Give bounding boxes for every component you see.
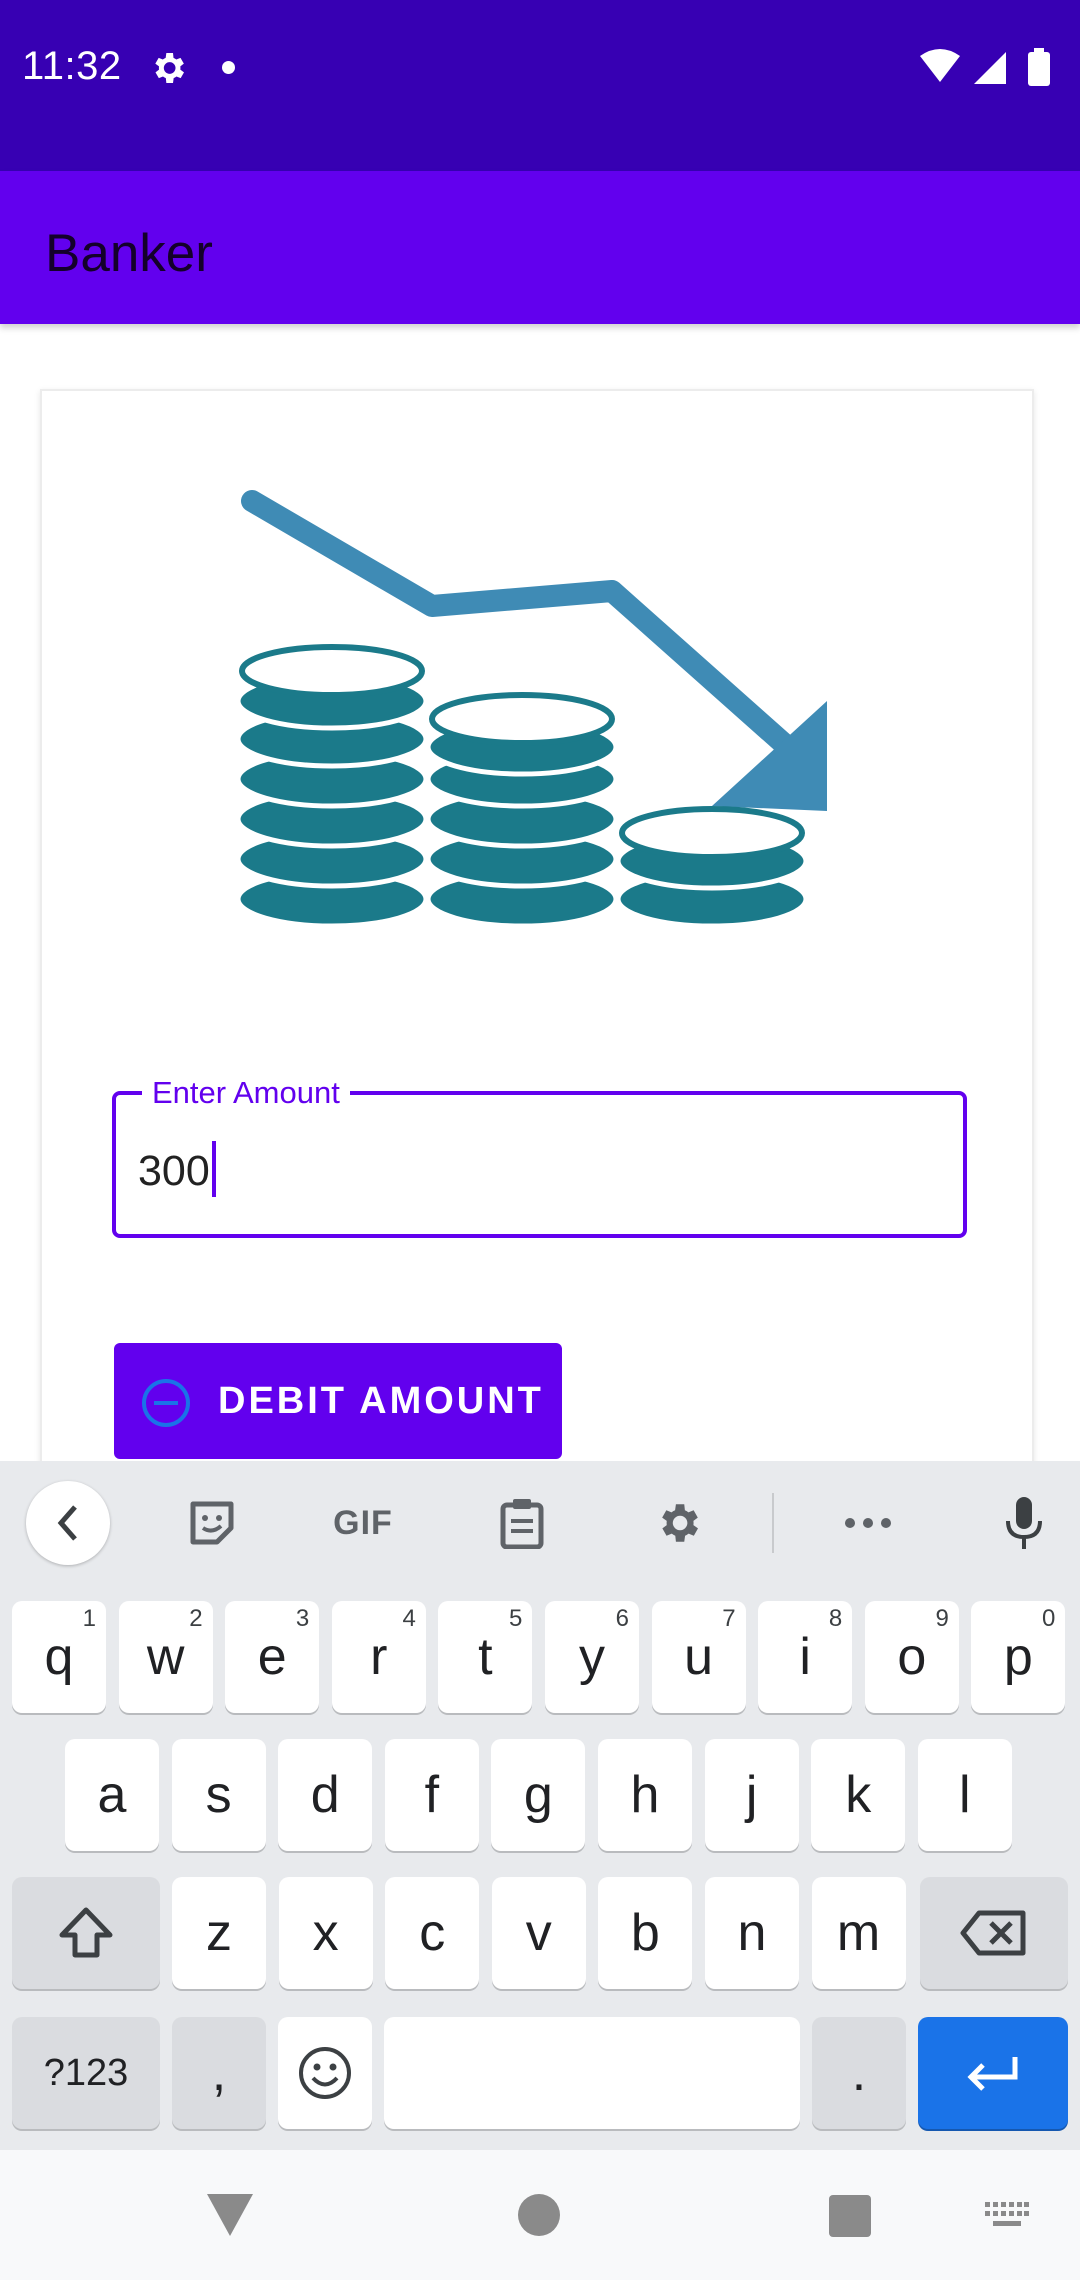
key-label: r [370, 1628, 388, 1686]
gear-icon [155, 53, 184, 83]
key-label: u [684, 1628, 714, 1686]
key-d[interactable]: d [278, 1739, 373, 1851]
app-bar: Banker [0, 171, 1080, 324]
key-hint: 0 [1042, 1605, 1056, 1632]
recents-square-icon[interactable] [829, 2195, 871, 2237]
battery-icon [1028, 48, 1050, 86]
text-caret [211, 1141, 216, 1197]
key-e[interactable]: e3 [225, 1601, 320, 1713]
space-key[interactable] [384, 2017, 800, 2129]
key-hint: 6 [615, 1605, 629, 1632]
key-n[interactable]: n [705, 1877, 799, 1989]
enter-key[interactable] [918, 2017, 1068, 2129]
key-w[interactable]: w2 [118, 1601, 213, 1713]
shift-key[interactable] [12, 1877, 160, 1989]
key-label: q [44, 1628, 74, 1686]
navigation-bar [0, 2150, 1080, 2280]
key-b[interactable]: b [598, 1877, 693, 1989]
key-q[interactable]: q1 [12, 1601, 106, 1713]
shift-icon [59, 1907, 113, 1958]
minus-circle-icon [142, 1379, 190, 1427]
key-label: p [1003, 1628, 1033, 1686]
backspace-icon [960, 1910, 1026, 1956]
key-t[interactable]: t5 [438, 1601, 533, 1713]
key-r[interactable]: r4 [331, 1601, 426, 1713]
clipboard-button[interactable] [480, 1481, 564, 1565]
key-hint: 4 [402, 1605, 416, 1632]
sticker-icon [190, 1501, 234, 1545]
voice-input-button[interactable] [982, 1481, 1066, 1565]
key-x[interactable]: x [278, 1877, 373, 1989]
amount-value: 300 [138, 1147, 210, 1195]
debit-card: 300 Enter Amount DEBIT AMOUNT [40, 389, 1034, 1469]
key-y[interactable]: y6 [545, 1601, 639, 1713]
notification-dot-icon [222, 61, 235, 74]
key-label: e [257, 1628, 287, 1686]
clipboard-icon [500, 1499, 544, 1549]
key-label: o [897, 1628, 927, 1686]
key-hint: 3 [295, 1605, 310, 1632]
key-label: i [799, 1628, 811, 1686]
key-a[interactable]: a [65, 1739, 159, 1851]
keyboard-settings-button[interactable] [636, 1481, 720, 1565]
settings-icon [662, 1504, 698, 1542]
key-z[interactable]: z [172, 1877, 266, 1989]
keyboard-switch-icon[interactable] [985, 2202, 1029, 2228]
keyboard-toolbar: GIF [0, 1461, 1080, 1583]
key-hint: 2 [189, 1605, 203, 1632]
status-icons [920, 48, 1050, 86]
signal-icon [974, 52, 1006, 84]
status-bar: 11:32 [0, 0, 1080, 171]
soft-keyboard: GIF q1w2e 3 r 4 t 5 y 6 u 7 i 8 o 9 p 0 … [0, 1461, 1080, 2150]
key-label: y [579, 1628, 605, 1686]
key-v[interactable]: v [491, 1877, 586, 1989]
debit-button-label: DEBIT AMOUNT [218, 1380, 544, 1422]
more-icon [845, 1518, 891, 1528]
more-button[interactable] [826, 1481, 910, 1565]
back-triangle-icon[interactable] [205, 2192, 255, 2238]
debit-amount-button[interactable]: DEBIT AMOUNT [114, 1343, 562, 1459]
home-circle-icon[interactable] [518, 2194, 560, 2236]
key-f[interactable]: f [384, 1739, 479, 1851]
key-hint: 5 [509, 1605, 523, 1632]
mic-icon [1006, 1497, 1042, 1549]
key-k[interactable]: k [811, 1739, 906, 1851]
key-m[interactable]: m [811, 1877, 906, 1989]
key-label: t [478, 1628, 493, 1686]
key-h[interactable]: h [598, 1739, 692, 1851]
key-o[interactable]: o9 [864, 1601, 959, 1713]
emoji-icon [299, 2047, 351, 2099]
key-hint: 1 [82, 1605, 96, 1632]
key-hint: 7 [722, 1605, 736, 1632]
sticker-button[interactable] [170, 1481, 254, 1565]
key-p[interactable]: p0 [971, 1601, 1066, 1713]
amount-label: Enter Amount [142, 1075, 350, 1111]
emoji-key[interactable] [278, 2017, 372, 2129]
app-title: Banker [45, 224, 213, 283]
key-u[interactable]: u7 [651, 1601, 746, 1713]
keyboard-back-button[interactable] [26, 1481, 110, 1565]
key-s[interactable]: s [171, 1739, 266, 1851]
key-i[interactable]: i8 [758, 1601, 853, 1713]
key-j[interactable]: j [704, 1739, 799, 1851]
amount-value-wrap: 300 [138, 1141, 216, 1197]
key-c[interactable]: c [385, 1877, 480, 1989]
status-time: 11:32 [22, 44, 122, 88]
gif-button[interactable]: GIF [318, 1481, 408, 1565]
backspace-key[interactable] [920, 1877, 1068, 1989]
period-key[interactable]: . [812, 2017, 906, 2129]
key-g[interactable]: g [491, 1739, 586, 1851]
amount-input[interactable]: 300 [112, 1091, 967, 1238]
toolbar-divider [772, 1493, 774, 1553]
enter-icon [967, 2057, 1018, 2091]
key-l[interactable]: l [917, 1739, 1012, 1851]
symbols-key[interactable]: ?123 [12, 2017, 160, 2129]
key-hint: 8 [828, 1605, 843, 1632]
wifi-icon [920, 49, 960, 82]
key-hint: 9 [935, 1605, 949, 1632]
comma-key[interactable]: , [172, 2017, 266, 2129]
key-label: w [146, 1628, 185, 1686]
coins-decreasing-chart-icon [235, 490, 827, 929]
back-icon [57, 1505, 77, 1541]
